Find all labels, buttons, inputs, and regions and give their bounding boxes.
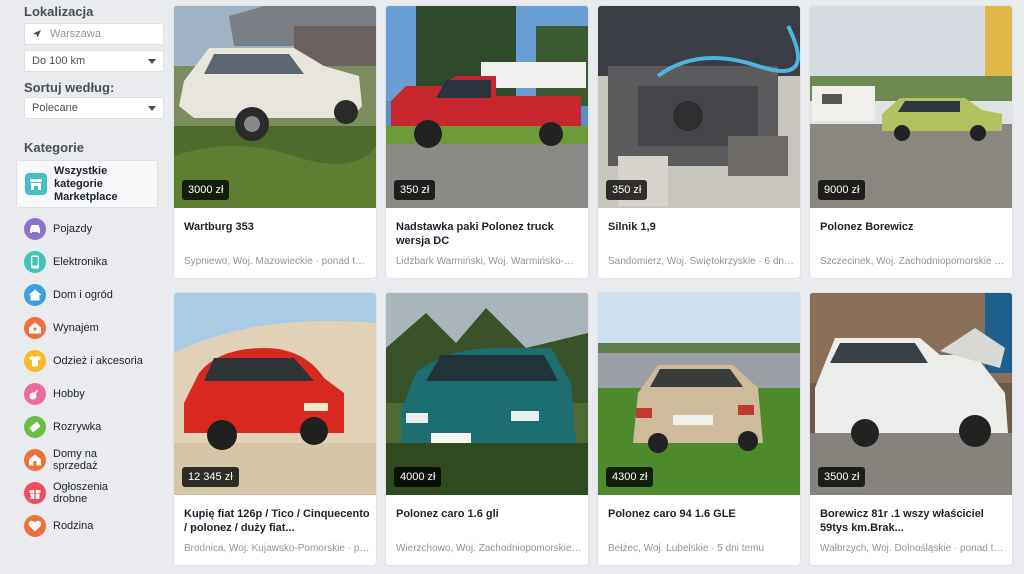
listing-photo[interactable]: 12 345 zł [174, 293, 376, 495]
listing-photo[interactable]: 350 zł [386, 6, 588, 208]
listing-card[interactable]: 4000 zł Polonez caro 1.6 gli Wierzchowo,… [386, 293, 588, 565]
category-classifieds[interactable]: Ogłoszenia drobne [16, 476, 158, 509]
category-label: Domy na sprzedaż [53, 447, 98, 472]
location-arrow-icon [33, 30, 41, 38]
category-list: Wszystkie kategorie Marketplace Pojazdy … [16, 160, 158, 542]
car-icon [24, 217, 46, 240]
listing-title[interactable]: Polonez caro 94 1.6 GLE [608, 507, 794, 521]
listing-title[interactable]: Kupię fiat 126p / Tico / Cinquecento / p… [184, 507, 370, 535]
house-icon [24, 283, 46, 306]
listing-card[interactable]: 350 zł Silnik 1,9 Sandomierz, Woj. Święt… [598, 6, 800, 278]
sidebar: Lokalizacja Warszawa Do 100 km Sortuj we… [0, 0, 168, 574]
heart-icon [24, 514, 46, 537]
category-electronics[interactable]: Elektronika [16, 245, 158, 278]
category-label: Wynajem [53, 321, 99, 334]
price-tag: 3000 zł [182, 180, 230, 200]
listing-photo[interactable]: 9000 zł [810, 6, 1012, 208]
category-label: Elektronika [53, 255, 108, 268]
price-tag: 3500 zł [818, 467, 866, 487]
home-sale-icon [24, 448, 46, 471]
shirt-icon [24, 349, 46, 372]
category-home-garden[interactable]: Dom i ogród [16, 278, 158, 311]
sort-select[interactable]: Polecane [24, 97, 164, 119]
location-input[interactable]: Warszawa [24, 23, 164, 45]
listing-card[interactable]: 3000 zł Wartburg 353 Sypniewo, Woj. Mazo… [174, 6, 376, 278]
sort-title: Sortuj według: [24, 80, 115, 95]
chevron-down-icon [148, 59, 156, 64]
chevron-down-icon [148, 106, 156, 111]
listing-location: Lidzbark Warmiński, Woj. Warmińsko-Mazur… [396, 256, 582, 267]
listing-card[interactable]: 350 zł Nadstawka paki Polonez truck wers… [386, 6, 588, 278]
listing-card[interactable]: 3500 zł Borewicz 81r .1 wszy właściciel … [810, 293, 1012, 565]
category-apparel[interactable]: Odzież i akcesoria [16, 344, 158, 377]
marketplace-icon [25, 173, 47, 195]
price-tag: 9000 zł [818, 180, 866, 200]
listing-photo[interactable]: 3500 zł [810, 293, 1012, 495]
category-label: Rozrywka [53, 420, 102, 433]
category-rental[interactable]: Wynajem [16, 311, 158, 344]
guitar-icon [24, 382, 46, 405]
category-label: Rodzina [53, 519, 94, 532]
category-label: Dom i ogród [53, 288, 113, 301]
category-homes-for-sale[interactable]: Domy na sprzedaż [16, 443, 158, 476]
listing-location: Sypniewo, Woj. Mazowieckie · ponad tydzi… [184, 256, 370, 267]
listing-photo[interactable]: 3000 zł [174, 6, 376, 208]
listing-title[interactable]: Wartburg 353 [184, 220, 370, 234]
radius-value: Do 100 km [32, 55, 86, 67]
sort-value: Polecane [32, 102, 78, 114]
category-all[interactable]: Wszystkie kategorie Marketplace [16, 160, 158, 208]
listing-location: Szczecinek, Woj. Zachodniopomorskie · po… [820, 256, 1006, 267]
categories-title: Kategorie [24, 140, 84, 155]
listing-card[interactable]: 4300 zł Polonez caro 94 1.6 GLE Bełżec, … [598, 293, 800, 565]
category-label: Odzież i akcesoria [53, 354, 143, 367]
listing-photo[interactable]: 4000 zł [386, 293, 588, 495]
radius-select[interactable]: Do 100 km [24, 50, 164, 72]
listing-card[interactable]: 9000 zł Polonez Borewicz Szczecinek, Woj… [810, 6, 1012, 278]
listing-title[interactable]: Polonez Borewicz [820, 220, 1006, 234]
price-tag: 350 zł [606, 180, 648, 200]
price-tag: 12 345 zł [182, 467, 239, 487]
listing-location: Wierzchowo, Woj. Zachodniopomorskie · po… [396, 543, 582, 554]
listing-location: Wałbrzych, Woj. Dolnośląskie · ponad tyd… [820, 543, 1006, 554]
listing-card[interactable]: 12 345 zł Kupię fiat 126p / Tico / Cinqu… [174, 293, 376, 565]
listing-location: Bełżec, Woj. Lubelskie · 5 dni temu [608, 543, 765, 554]
price-tag: 4000 zł [394, 467, 442, 487]
category-label: Wszystkie kategorie Marketplace [54, 164, 118, 203]
listing-location: Sandomierz, Woj. Świętokrzyskie · 6 dni … [608, 256, 794, 267]
listing-title[interactable]: Nadstawka paki Polonez truck wersja DC [396, 220, 582, 248]
phone-icon [24, 250, 46, 273]
category-label: Pojazdy [53, 222, 93, 235]
category-entertainment[interactable]: Rozrywka [16, 410, 158, 443]
listing-title[interactable]: Silnik 1,9 [608, 220, 794, 234]
category-hobby[interactable]: Hobby [16, 377, 158, 410]
location-title: Lokalizacja [24, 4, 94, 19]
ticket-icon [24, 415, 46, 438]
listing-title[interactable]: Polonez caro 1.6 gli [396, 507, 582, 521]
price-tag: 4300 zł [606, 467, 654, 487]
listing-photo[interactable]: 4300 zł [598, 293, 800, 495]
gift-icon [24, 481, 46, 504]
location-placeholder: Warszawa [50, 28, 101, 40]
category-label: Ogłoszenia drobne [53, 480, 109, 505]
category-label: Hobby [53, 387, 85, 400]
category-family[interactable]: Rodzina [16, 509, 158, 542]
key-house-icon [24, 316, 46, 339]
listing-photo[interactable]: 350 zł [598, 6, 800, 208]
listing-title[interactable]: Borewicz 81r .1 wszy właściciel 59tys km… [820, 507, 1006, 535]
category-vehicles[interactable]: Pojazdy [16, 212, 158, 245]
listing-location: Brodnica, Woj. Kujawsko-Pomorskie · pona… [184, 543, 370, 554]
price-tag: 350 zł [394, 180, 436, 200]
